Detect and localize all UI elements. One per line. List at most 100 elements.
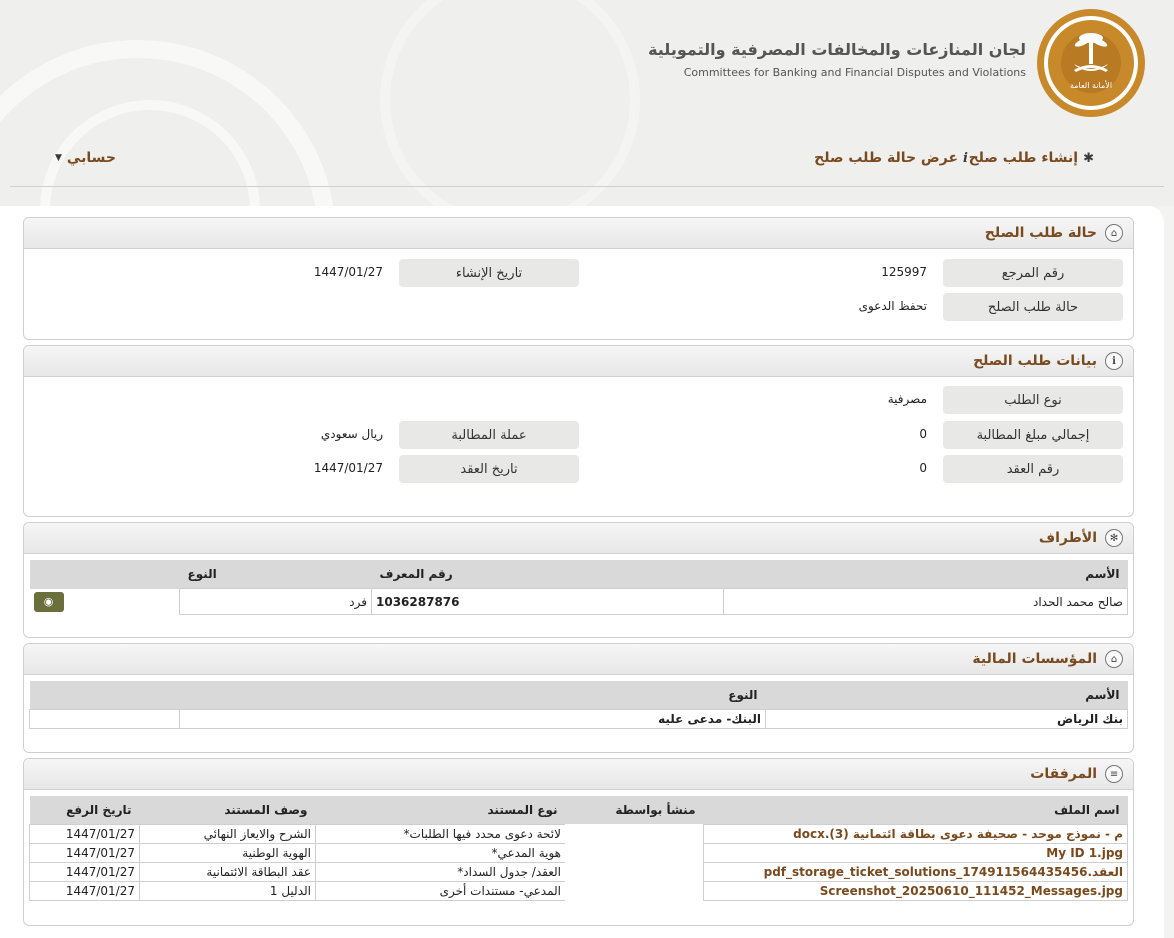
table-header-row: اسم الملف منشأ بواسطة نوع المستند وصف ال… (29, 796, 1128, 825)
attachment-created-by (565, 862, 704, 882)
table-row: العقد.pdf_storage_ticket_solutions_17491… (29, 862, 1128, 882)
nav-create-label: إنشاء طلب صلح (968, 150, 1079, 166)
emblem-icon[interactable]: الأمانة العامة (1036, 8, 1146, 118)
contract-number-value: 0 (919, 461, 927, 475)
pillar-icon: ⌂ (1105, 224, 1123, 242)
institutions-table: الأسم النوع بنك الرياض البنك- مدعى عليه (29, 681, 1128, 729)
table-row: م - نموذج موحد - صحيفة دعوى بطاقة ائتمان… (29, 824, 1128, 844)
table-row: صالح محمد الحداد 1036287876 فرد ◉ (30, 588, 1128, 615)
attachment-created-by (565, 843, 704, 863)
column-header-name: الأسم (765, 681, 1128, 710)
attachment-file-link[interactable]: م - نموذج موحد - صحيفة دعوى بطاقة ائتمان… (703, 824, 1128, 844)
attachment-file-link[interactable]: My ID 1.jpg (703, 843, 1128, 863)
request-state-label: حالة طلب الصلح (943, 293, 1123, 321)
attachment-doc-desc: عقد البطاقة الائتمانية (139, 862, 316, 882)
claim-currency-label: عملة المطالبة (399, 421, 579, 449)
column-header-file-name: اسم الملف (703, 796, 1128, 825)
org-name-arabic: لجان المنازعات والمخالفات المصرفية والتم… (648, 40, 1026, 59)
claim-total-value: 0 (919, 427, 927, 441)
attachments-panel: ≡ المرفقات اسم الملف منشأ بواسطة نوع الم… (23, 758, 1134, 926)
main-navbar: ✱ إنشاء طلب صلح i عرض حالة طلب صلح حسابي… (10, 136, 1164, 187)
request-type-label: نوع الطلب (943, 386, 1123, 414)
attachment-upload-date: 1447/01/27 (29, 843, 140, 863)
column-header-action (29, 560, 180, 589)
reference-value: 125997 (881, 265, 927, 279)
attachment-file-link[interactable]: العقد.pdf_storage_ticket_solutions_17491… (703, 862, 1128, 882)
attachments-table: اسم الملف منشأ بواسطة نوع المستند وصف ال… (29, 796, 1128, 901)
attachment-doc-type: العقد/ جدول السداد* (315, 862, 566, 882)
table-row: بنك الرياض البنك- مدعى عليه (29, 709, 1128, 729)
party-type: فرد (179, 588, 372, 615)
request-type-value: مصرفية (887, 392, 927, 406)
column-header-created-by: منشأ بواسطة (565, 796, 704, 825)
attachment-file-name[interactable]: م - نموذج موحد - صحيفة دعوى بطاقة ائتمان… (793, 827, 1123, 841)
column-header-empty (29, 681, 180, 710)
column-header-upload-date: تاريخ الرفع (29, 796, 140, 825)
party-action-cell: ◉ (30, 589, 180, 615)
main-content: ⌂ حالة طلب الصلح رقم المرجع 125997 تاريخ… (0, 206, 1164, 938)
attachment-doc-desc: الهوية الوطنية (139, 843, 316, 863)
attachment-created-by (565, 824, 704, 844)
request-state-value: تحفظ الدعوى (858, 299, 927, 313)
info-icon: i (1105, 352, 1123, 370)
attachment-doc-desc: الشرح والايعاز النهائي (139, 824, 316, 844)
column-header-name: الأسم (723, 560, 1128, 589)
caret-down-icon: ▼ (55, 153, 62, 163)
column-header-id: رقم المعرف (371, 560, 724, 589)
nav-create-request[interactable]: ✱ إنشاء طلب صلح (969, 150, 1094, 166)
document-icon: ≡ (1105, 765, 1123, 783)
parties-panel: ✻ الأطراف الأسم رقم المعرف النوع صالح مح… (23, 522, 1134, 638)
site-header: الأمانة العامة لجان المنازعات والمخالفات… (0, 0, 1174, 206)
attachment-doc-type: المدعي- مستندات أخرى (315, 881, 566, 901)
eye-icon: ◉ (43, 595, 54, 608)
request-status-panel: ⌂ حالة طلب الصلح رقم المرجع 125997 تاريخ… (23, 217, 1134, 340)
column-header-type: النوع (179, 560, 372, 589)
bank-icon: ⌂ (1105, 650, 1123, 668)
created-date-value: 1447/01/27 (313, 265, 383, 279)
panel-title: حالة طلب الصلح (984, 225, 1097, 241)
attachment-file-name[interactable]: العقد.pdf_storage_ticket_solutions_17491… (764, 865, 1123, 879)
claim-total-label: إجمالي مبلغ المطالبة (943, 421, 1123, 449)
nav-account-menu[interactable]: حسابي ▼ (55, 150, 116, 166)
nav-view-status[interactable]: i عرض حالة طلب صلح (814, 150, 968, 166)
info-icon: i (963, 150, 968, 166)
table-header-row: الأسم النوع (29, 681, 1128, 710)
panel-header: i بيانات طلب الصلح (24, 346, 1133, 377)
attachment-doc-type: هوية المدعي* (315, 843, 566, 863)
org-name-english: Committees for Banking and Financial Dis… (683, 66, 1026, 79)
panel-header: ✻ الأطراف (24, 523, 1133, 554)
request-data-panel: i بيانات طلب الصلح نوع الطلب مصرفية إجما… (23, 345, 1134, 517)
financial-institutions-panel: ⌂ المؤسسات المالية الأسم النوع بنك الريا… (23, 643, 1134, 753)
panel-header: ≡ المرفقات (24, 759, 1133, 790)
attachment-file-link[interactable]: Screenshot_20250610_111452_Messages.jpg (703, 881, 1128, 901)
panel-title: المرفقات (1030, 766, 1097, 782)
attachment-upload-date: 1447/01/27 (29, 824, 140, 844)
attachment-file-name[interactable]: My ID 1.jpg (1046, 846, 1123, 860)
network-icon: ✻ (1105, 529, 1123, 547)
attachment-upload-date: 1447/01/27 (29, 862, 140, 882)
table-row: My ID 1.jpg هوية المدعي* الهوية الوطنية … (29, 843, 1128, 863)
party-id: 1036287876 (371, 588, 724, 615)
attachment-doc-desc: الدليل 1 (139, 881, 316, 901)
logo-seal-text: الأمانة العامة (1070, 80, 1112, 90)
panel-title: بيانات طلب الصلح (973, 353, 1097, 369)
contract-date-value: 1447/01/27 (313, 461, 383, 475)
table-row: Screenshot_20250610_111452_Messages.jpg … (29, 881, 1128, 901)
column-header-doc-desc: وصف المستند (139, 796, 316, 825)
institution-name: بنك الرياض (765, 709, 1128, 729)
view-party-button[interactable]: ◉ (33, 591, 64, 612)
panel-header: ⌂ المؤسسات المالية (24, 644, 1133, 675)
table-header-row: الأسم رقم المعرف النوع (29, 560, 1128, 589)
contract-date-label: تاريخ العقد (399, 455, 579, 483)
attachment-upload-date: 1447/01/27 (29, 881, 140, 901)
column-header-type: النوع (179, 681, 766, 710)
panel-header: ⌂ حالة طلب الصلح (24, 218, 1133, 249)
created-date-label: تاريخ الإنشاء (399, 259, 579, 287)
nav-account-label: حسابي (66, 150, 116, 166)
asterisk-icon: ✱ (1083, 150, 1094, 166)
party-name: صالح محمد الحداد (723, 588, 1128, 615)
reference-label: رقم المرجع (943, 259, 1123, 287)
attachment-doc-type: لائحة دعوى محدد فيها الطلبات* (315, 824, 566, 844)
nav-status-label: عرض حالة طلب صلح (814, 150, 959, 166)
attachment-file-name[interactable]: Screenshot_20250610_111452_Messages.jpg (820, 884, 1123, 898)
